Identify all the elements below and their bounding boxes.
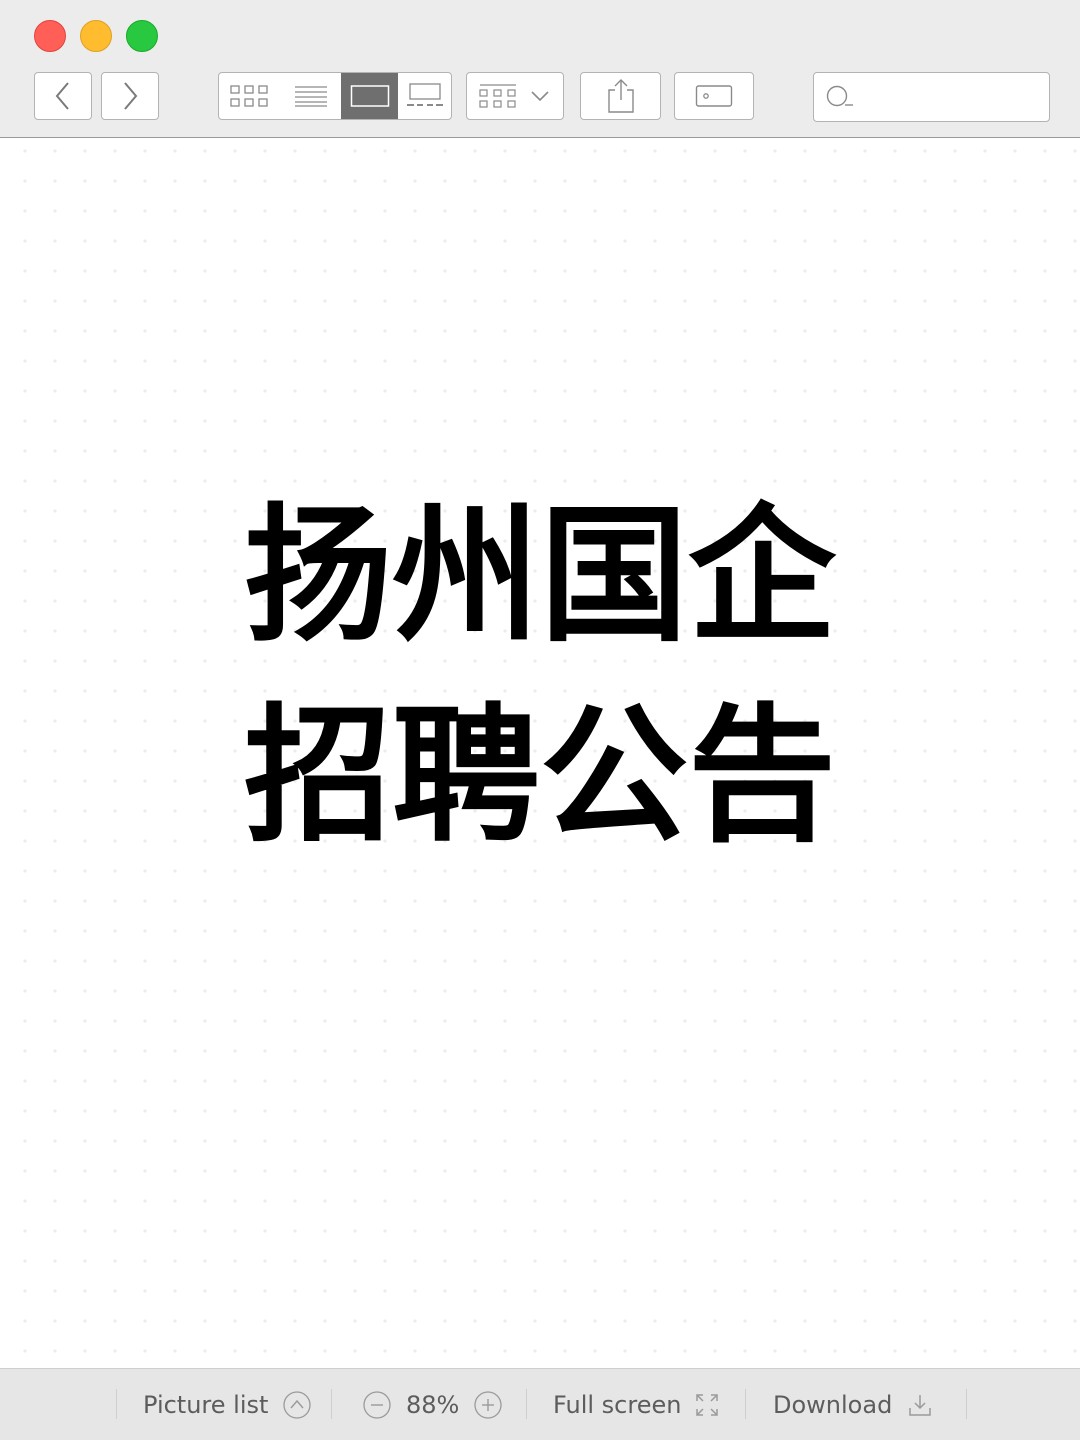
- chevron-left-icon: [55, 82, 69, 110]
- toolbar: [0, 0, 1080, 138]
- zoom-window-button[interactable]: [126, 20, 158, 52]
- filmstrip-view-icon: [406, 83, 443, 106]
- expand-icon: [696, 1394, 719, 1416]
- arrange-grid-icon: [479, 84, 516, 108]
- zoom-control: 88%: [362, 1385, 503, 1425]
- close-window-button[interactable]: [34, 20, 66, 52]
- search-field[interactable]: [813, 72, 1050, 122]
- divider: [331, 1389, 332, 1419]
- viewer-window: 扬州国企 招聘公告 Picture list 88% Full screen D…: [0, 0, 1080, 1440]
- full-screen-label: Full screen: [553, 1391, 682, 1419]
- forward-button[interactable]: [101, 72, 159, 120]
- grid-view-button[interactable]: [219, 73, 281, 119]
- full-screen-button[interactable]: Full screen: [553, 1385, 719, 1425]
- divider: [745, 1389, 746, 1419]
- picture-list-button[interactable]: Picture list: [143, 1385, 312, 1425]
- zoom-out-button[interactable]: [362, 1390, 392, 1420]
- grid-view-icon: [230, 85, 268, 107]
- zoom-in-button[interactable]: [473, 1390, 503, 1420]
- tag-button[interactable]: [674, 72, 754, 120]
- filmstrip-view-button[interactable]: [398, 73, 451, 119]
- view-mode-selector: [218, 72, 452, 120]
- headline-line-1: 扬州国企: [244, 490, 836, 662]
- divider: [966, 1389, 967, 1419]
- list-view-button[interactable]: [281, 73, 341, 119]
- divider: [526, 1389, 527, 1419]
- single-page-view-button[interactable]: [341, 73, 398, 119]
- poster-headline: 扬州国企 招聘公告: [0, 476, 1080, 876]
- minimize-window-button[interactable]: [80, 20, 112, 52]
- divider: [116, 1389, 117, 1419]
- back-button[interactable]: [34, 72, 92, 120]
- chevron-right-icon: [124, 82, 138, 110]
- share-icon: [607, 79, 634, 113]
- list-view-icon: [295, 86, 327, 107]
- bottom-bar: Picture list 88% Full screen Download: [0, 1368, 1080, 1440]
- single-page-view-icon: [350, 85, 389, 107]
- search-icon: [826, 85, 853, 107]
- picture-list-label: Picture list: [143, 1391, 269, 1419]
- download-icon: [909, 1395, 932, 1416]
- chevron-up-circle-icon: [283, 1391, 312, 1419]
- share-button[interactable]: [580, 72, 661, 120]
- image-canvas: 扬州国企 招聘公告: [0, 138, 1080, 1368]
- zoom-level: 88%: [406, 1391, 460, 1419]
- arrange-dropdown[interactable]: [466, 72, 564, 120]
- chevron-down-icon: [531, 91, 549, 102]
- download-button[interactable]: Download: [773, 1385, 932, 1425]
- headline-line-2: 招聘公告: [244, 690, 836, 862]
- search-input[interactable]: [858, 81, 1042, 115]
- tag-icon: [695, 85, 733, 107]
- download-label: Download: [773, 1391, 893, 1419]
